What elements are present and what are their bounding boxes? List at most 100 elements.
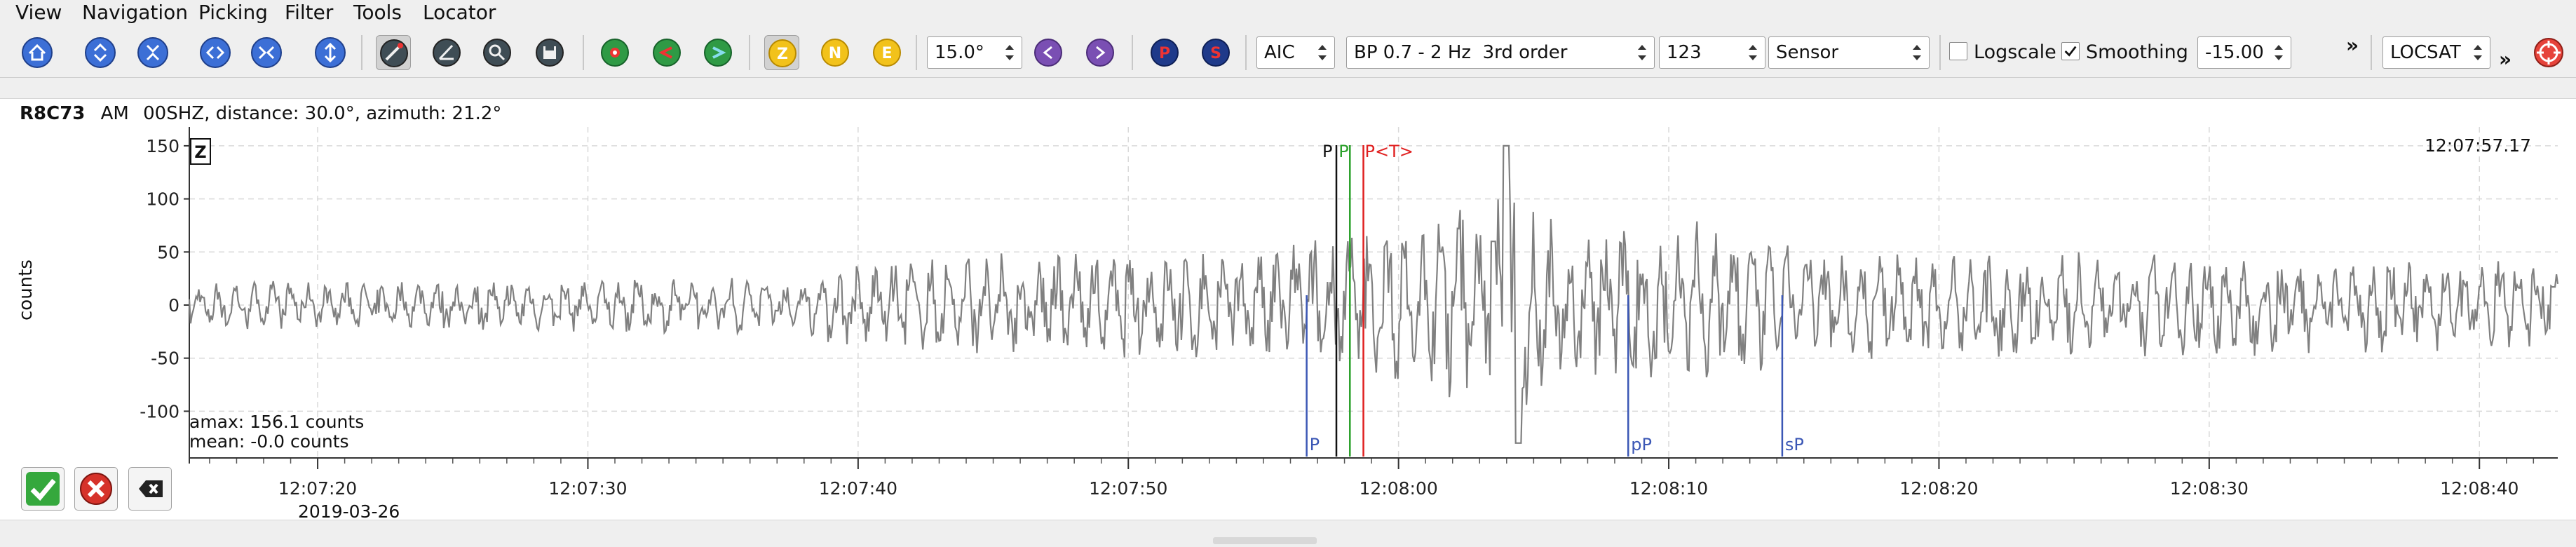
align-right-icon[interactable] <box>700 35 735 70</box>
pick-p-label: P <box>1159 45 1170 62</box>
component-e-button[interactable]: E <box>869 35 904 70</box>
x-tick-label: 12:08:30 <box>2170 478 2249 499</box>
offset-spinbox[interactable]: -15.00 <box>2197 36 2291 69</box>
picker-value: AIC <box>1264 42 1295 63</box>
toolbar-overflow-button[interactable]: » <box>2346 34 2359 57</box>
zoom-tool-icon[interactable] <box>480 35 515 70</box>
smoothing-checkbox[interactable] <box>2061 42 2080 60</box>
reject-button[interactable] <box>74 467 118 511</box>
delete-icon <box>139 480 163 497</box>
rotation-value: 15.0° <box>935 42 984 63</box>
distance-azimuth: , distance: 30.0°, azimuth: 21.2° <box>204 103 502 124</box>
reject-icon <box>80 473 112 505</box>
locate-target-icon[interactable] <box>2531 35 2566 70</box>
filter-value: BP 0.7 - 2 Hz 3rd order <box>1354 42 1568 63</box>
rotation-spinbox[interactable]: 15.0° <box>927 36 1022 69</box>
station-code: R8C73 <box>20 103 86 124</box>
delete-button[interactable] <box>128 467 172 511</box>
y-tick-label: 150 <box>146 136 179 156</box>
select-arrows-icon <box>1633 37 1651 68</box>
toolbar-separator <box>583 35 584 70</box>
pick-s-button[interactable]: S <box>1198 35 1233 70</box>
component-n-button[interactable]: N <box>818 35 853 70</box>
network-code: AM <box>100 103 129 124</box>
x-tick-label: 12:08:40 <box>2440 478 2519 499</box>
component-badge-label: Z <box>194 142 206 162</box>
pick-p-button[interactable]: P <box>1147 35 1182 70</box>
expand-vertical-icon[interactable] <box>313 35 348 70</box>
x-tick-label: 12:08:20 <box>1899 478 1978 499</box>
date-label: 2019-03-26 <box>298 501 400 522</box>
end-time-label: 12:07:57.17 <box>2424 135 2531 156</box>
filter-select[interactable]: BP 0.7 - 2 Hz 3rd order <box>1346 36 1655 69</box>
rotate-right-icon[interactable] <box>1083 35 1118 70</box>
waveform-plot[interactable]: 150 100 50 0 -50 -100 12:07:20 12:07:30 12:07:40… <box>0 99 2576 520</box>
horizontal-scrollbar[interactable] <box>1213 537 1317 544</box>
menu-picking[interactable]: Picking <box>198 0 268 25</box>
gain-value: 123 <box>1667 42 1702 63</box>
toolbar: Z N E 15.0° P S AIC BP 0.7 - 2 Hz 3rd or… <box>0 27 2576 78</box>
theoretical-pick-label: pP <box>1631 435 1652 454</box>
locator-select[interactable]: LOCSAT <box>2382 36 2490 69</box>
pick-tool-icon[interactable] <box>376 35 411 70</box>
toolbar-separator <box>361 35 362 70</box>
menu-bar: View Navigation Picking Filter Tools Loc… <box>0 0 2576 25</box>
spin-arrows-icon[interactable] <box>2270 37 2288 68</box>
theoretical-pick-label: sP <box>1785 435 1804 454</box>
y-tick-label: -50 <box>151 349 179 369</box>
toolbar-separator <box>1939 35 1941 70</box>
component-e-label: E <box>881 45 892 62</box>
component-n-label: N <box>829 45 841 62</box>
home-icon[interactable] <box>20 35 55 70</box>
logscale-label: Logscale <box>1974 41 2056 63</box>
toolbar-separator <box>916 35 917 70</box>
y-tick-label: 50 <box>157 242 179 262</box>
y-tick-label: 100 <box>146 189 179 210</box>
y-axis-label: counts <box>15 259 36 320</box>
accept-button[interactable] <box>21 467 65 511</box>
units-value: Sensor <box>1776 42 1839 63</box>
align-left-icon[interactable] <box>649 35 684 70</box>
component-z-label: Z <box>777 46 788 63</box>
logscale-checkbox[interactable] <box>1949 42 1967 60</box>
select-arrows-icon <box>1744 37 1762 68</box>
units-select[interactable]: Sensor <box>1768 36 1930 69</box>
theoretical-pick-label: P <box>1310 435 1320 454</box>
x-tick-label: 12:07:50 <box>1089 478 1167 499</box>
x-tick-label: 12:07:40 <box>819 478 897 499</box>
scroll-down-icon[interactable] <box>135 35 170 70</box>
x-tick-label: 12:07:20 <box>278 478 357 499</box>
menu-tools[interactable]: Tools <box>353 0 402 25</box>
measure-angle-icon[interactable] <box>429 35 464 70</box>
locator-value: LOCSAT <box>2390 42 2461 63</box>
menu-filter[interactable]: Filter <box>285 0 333 25</box>
expand-horizontal-icon[interactable] <box>249 35 284 70</box>
pick-label: P<T> <box>1365 142 1414 161</box>
select-arrows-icon <box>1908 37 1926 68</box>
y-tick-label: -100 <box>140 401 179 421</box>
waveform-trace <box>188 144 2559 444</box>
menu-navigation[interactable]: Navigation <box>82 0 188 25</box>
component-z-button[interactable]: Z <box>764 35 799 70</box>
mean-label: mean: -0.0 counts <box>189 431 349 452</box>
x-tick-label: 12:07:30 <box>548 478 627 499</box>
menu-view[interactable]: View <box>15 0 62 25</box>
amax-label: amax: 156.1 counts <box>189 412 365 432</box>
align-origin-icon[interactable] <box>597 35 632 70</box>
shrink-horizontal-icon[interactable] <box>198 35 233 70</box>
accept-icon <box>26 472 60 506</box>
gain-select[interactable]: 123 <box>1659 36 1765 69</box>
toolbar-separator <box>1245 35 1247 70</box>
select-arrows-icon <box>1313 37 1331 68</box>
x-tick-label: 12:08:10 <box>1629 478 1708 499</box>
pick-label: P <box>1338 142 1348 161</box>
x-tick-label: 12:08:00 <box>1360 478 1438 499</box>
picker-select[interactable]: AIC <box>1256 36 1335 69</box>
rotate-left-icon[interactable] <box>1031 35 1066 70</box>
save-icon[interactable] <box>532 35 567 70</box>
trace-panel[interactable]: 150 100 50 0 -50 -100 12:07:20 12:07:30 12:07:40… <box>0 98 2576 520</box>
scroll-up-icon[interactable] <box>83 35 118 70</box>
menu-locator[interactable]: Locator <box>423 0 496 25</box>
toolbar-overflow-button[interactable]: » <box>2499 48 2511 71</box>
spin-arrows-icon[interactable] <box>1001 37 1019 68</box>
